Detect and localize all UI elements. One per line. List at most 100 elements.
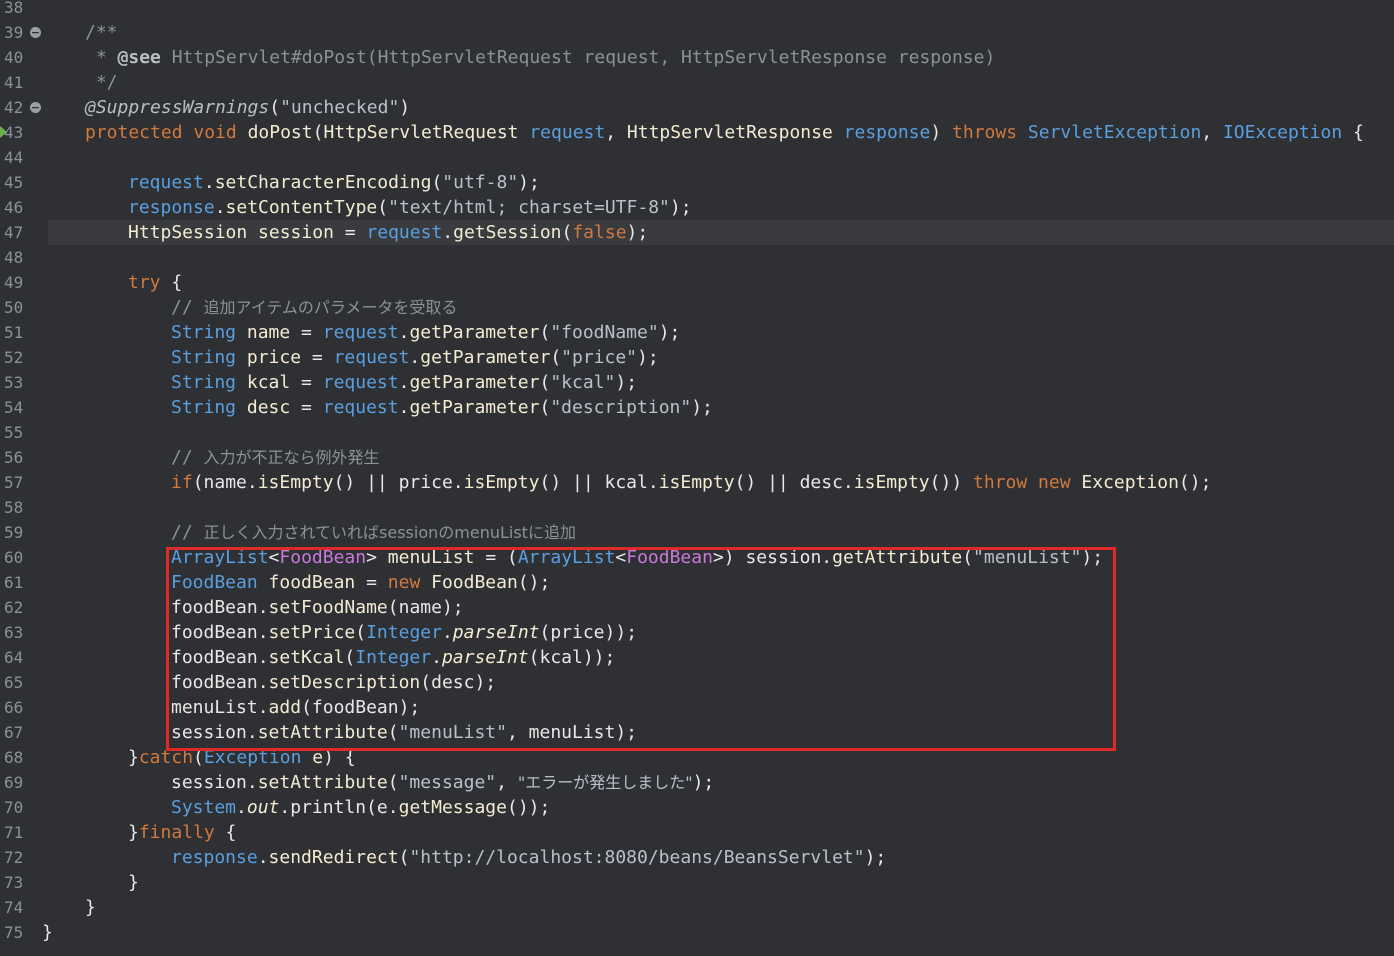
code-token: . xyxy=(257,847,269,868)
code-line-content: response.setContentType("text/html; char… xyxy=(128,195,692,220)
code-line[interactable]: String name = request.getParameter("food… xyxy=(48,320,1394,345)
code-token: foodBean. xyxy=(171,622,269,643)
code-line[interactable] xyxy=(48,145,1394,170)
code-line[interactable]: */ xyxy=(48,70,1394,95)
code-token: } xyxy=(128,822,139,843)
code-line[interactable] xyxy=(48,245,1394,270)
line-number: 71 xyxy=(4,823,24,842)
code-token: ); xyxy=(615,372,638,393)
fold-toggle-icon[interactable]: − xyxy=(30,27,41,38)
code-token: ()); xyxy=(506,797,551,818)
code-line-content: foodBean.setDescription(desc); xyxy=(171,670,496,695)
code-token: . xyxy=(398,322,410,343)
code-line[interactable] xyxy=(48,0,1394,20)
code-line[interactable]: String kcal = request.getParameter("kcal… xyxy=(48,370,1394,395)
code-line[interactable]: foodBean.setDescription(desc); xyxy=(48,670,1394,695)
code-token: 入力が不正なら例外発生 xyxy=(203,448,380,467)
code-line[interactable]: System.out.println(e.getMessage()); xyxy=(48,795,1394,820)
line-number: 62 xyxy=(4,598,24,617)
code-line[interactable]: // 追加アイテムのパラメータを受取る xyxy=(48,295,1394,320)
code-token: String xyxy=(171,322,247,343)
code-token: setContentType xyxy=(225,197,378,218)
code-line[interactable]: response.sendRedirect("http://localhost:… xyxy=(48,845,1394,870)
code-token: HttpServlet#doPost(HttpServletRequest re… xyxy=(160,47,996,68)
code-token: ( xyxy=(550,347,562,368)
code-token: ); xyxy=(864,847,887,868)
code-line[interactable]: // 入力が不正なら例外発生 xyxy=(48,445,1394,470)
code-token: (); xyxy=(1178,472,1212,493)
code-token: } xyxy=(128,872,139,893)
code-token: request xyxy=(322,322,399,343)
fold-toggle-icon[interactable]: − xyxy=(30,102,41,113)
code-line[interactable]: } xyxy=(48,870,1394,895)
code-line[interactable]: }finally { xyxy=(48,820,1394,845)
code-line-content: try { xyxy=(128,270,182,295)
code-token: finally xyxy=(138,822,215,843)
code-editor[interactable]: 38 39−40 41 42−43 44 45 46 47 48 49 50 51 52 53 54 55 56… xyxy=(0,0,1394,956)
code-line[interactable]: FoodBean foodBean = new FoodBean(); xyxy=(48,570,1394,595)
code-line[interactable]: foodBean.setFoodName(name); xyxy=(48,595,1394,620)
code-token: setFoodName xyxy=(268,597,388,618)
code-line[interactable]: if(name.isEmpty() || price.isEmpty() || … xyxy=(48,470,1394,495)
code-line[interactable]: }catch(Exception e) { xyxy=(48,745,1394,770)
code-line[interactable]: } xyxy=(48,895,1394,920)
code-line[interactable]: String price = request.getParameter("pri… xyxy=(48,345,1394,370)
code-token: FoodBean xyxy=(279,547,367,568)
code-token: (foodBean); xyxy=(301,697,421,718)
code-token: Exception xyxy=(203,747,313,768)
code-token: ); xyxy=(658,322,681,343)
code-line[interactable]: foodBean.setKcal(Integer.parseInt(kcal))… xyxy=(48,645,1394,670)
code-token: ArrayList xyxy=(171,547,269,568)
code-line[interactable]: response.setContentType("text/html; char… xyxy=(48,195,1394,220)
line-number: 64 xyxy=(4,648,24,667)
code-line[interactable]: menuList.add(foodBean); xyxy=(48,695,1394,720)
line-number: 67 xyxy=(4,723,24,742)
code-token: getMessage xyxy=(398,797,507,818)
line-number: 53 xyxy=(4,373,24,392)
code-token: setAttribute xyxy=(257,722,388,743)
code-line[interactable] xyxy=(48,495,1394,520)
code-line[interactable]: /** xyxy=(48,20,1394,45)
code-token: String xyxy=(171,372,247,393)
code-token: ) xyxy=(399,97,411,118)
code-line[interactable]: ArrayList<FoodBean> menuList = (ArrayLis… xyxy=(48,545,1394,570)
code-token: request xyxy=(128,172,204,193)
code-token: foodBean. xyxy=(171,672,269,693)
code-token: request xyxy=(529,122,606,143)
code-line[interactable]: session.setAttribute("message", "エラーが発生し… xyxy=(48,770,1394,795)
code-line[interactable]: protected void doPost(HttpServletRequest… xyxy=(48,120,1394,145)
code-token: kcal xyxy=(246,372,291,393)
code-line[interactable]: * @see HttpServlet#doPost(HttpServletReq… xyxy=(48,45,1394,70)
code-token: < xyxy=(615,547,627,568)
code-token: session. xyxy=(171,722,258,743)
code-line[interactable]: } xyxy=(42,920,1394,945)
code-line[interactable]: // 正しく入力されていればsessionのmenuListに追加 xyxy=(48,520,1394,545)
line-number: 51 xyxy=(4,323,24,342)
code-line[interactable]: String desc = request.getParameter("desc… xyxy=(48,395,1394,420)
code-line[interactable]: foodBean.setPrice(Integer.parseInt(price… xyxy=(48,620,1394,645)
code-token: ( xyxy=(312,122,324,143)
code-token: . xyxy=(203,172,215,193)
code-line-content: * @see HttpServlet#doPost(HttpServletReq… xyxy=(85,45,996,70)
code-line-content: String price = request.getParameter("pri… xyxy=(171,345,659,370)
code-token: = xyxy=(333,222,367,243)
code-line-content: foodBean.setKcal(Integer.parseInt(kcal))… xyxy=(171,645,615,670)
line-number: 52 xyxy=(4,348,24,367)
code-token: , xyxy=(496,772,518,793)
code-line-content: HttpSession session = request.getSession… xyxy=(128,220,648,245)
code-line[interactable]: @SuppressWarnings("unchecked") xyxy=(48,95,1394,120)
code-token: ( xyxy=(539,322,551,343)
code-token: IOException xyxy=(1222,122,1343,143)
code-line[interactable]: session.setAttribute("menuList", menuLis… xyxy=(48,720,1394,745)
code-line-content: foodBean.setFoodName(name); xyxy=(171,595,464,620)
line-number: 70 xyxy=(4,798,24,817)
code-token: isEmpty xyxy=(853,472,930,493)
code-token: /** xyxy=(85,22,118,43)
code-line-content: String name = request.getParameter("food… xyxy=(171,320,680,345)
code-line[interactable]: try { xyxy=(48,270,1394,295)
code-line[interactable]: HttpSession session = request.getSession… xyxy=(48,220,1394,245)
code-line[interactable]: request.setCharacterEncoding("utf-8"); xyxy=(48,170,1394,195)
code-line[interactable] xyxy=(48,420,1394,445)
code-token: (desc); xyxy=(420,672,497,693)
override-marker-icon[interactable] xyxy=(0,126,7,138)
